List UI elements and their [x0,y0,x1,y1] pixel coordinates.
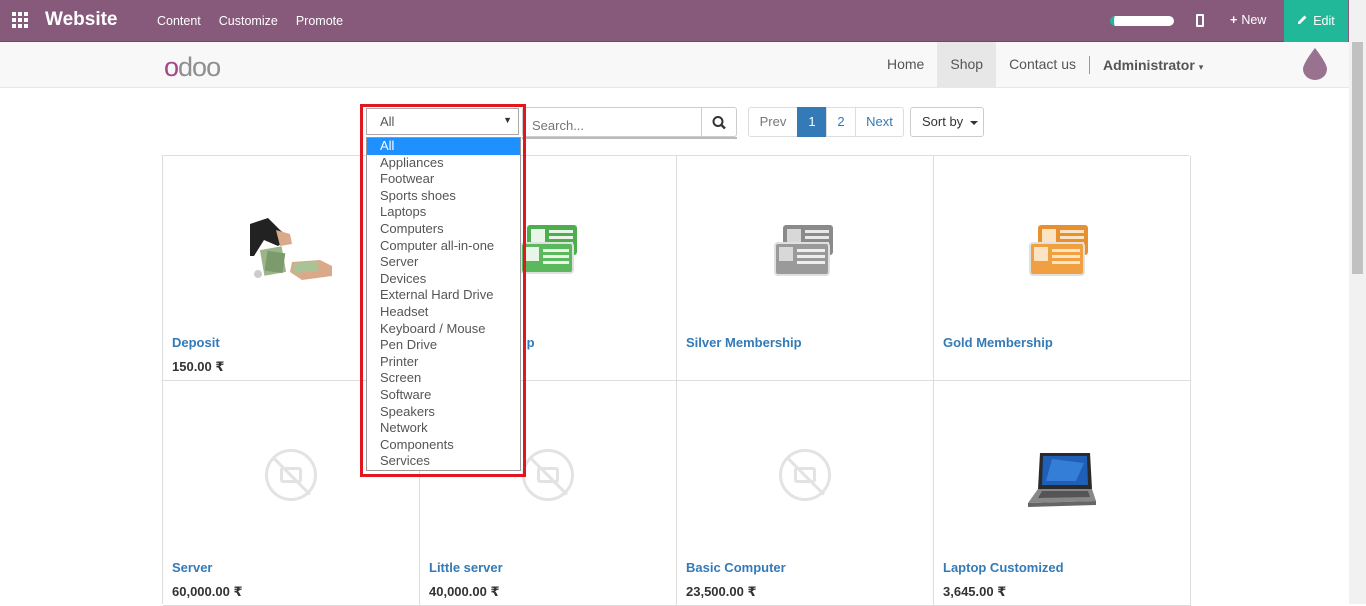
green-membership-image[interactable] [519,221,581,286]
nav-home[interactable]: Home [874,42,937,87]
scrollbar-thumb[interactable] [1352,42,1363,274]
no-photo-icon[interactable] [265,449,317,501]
gold-membership-image[interactable] [1028,221,1094,286]
search-button[interactable] [701,107,737,137]
sort-by-button[interactable]: Sort by [910,107,984,137]
publish-toggle[interactable] [1110,16,1174,26]
pencil-icon [1297,14,1308,28]
search-input[interactable] [522,107,702,137]
pager-next[interactable]: Next [855,107,904,137]
product-name[interactable]: Gold Membership [943,335,1053,350]
product-name[interactable]: Basic Computer [686,560,786,575]
product-name[interactable]: Silver Membership [686,335,802,350]
mobile-preview-icon[interactable] [1196,14,1204,27]
website-navbar: odoo Home Shop Contact us Administrator … [0,42,1349,88]
odoo-logo[interactable]: odoo [164,52,221,83]
top-menu: Content Customize Promote [157,14,343,28]
product-name[interactable]: Laptop Customized [943,560,1064,575]
product-grid: Deposit 150.00 ₹ ip Silver Membership Go… [162,155,1191,606]
product-name[interactable]: Server [172,560,212,575]
product-name[interactable]: Deposit [172,335,220,350]
product-price: 40,000.00 ₹ [429,584,500,599]
app-title: Website [45,9,118,30]
laptop-image[interactable] [1026,451,1096,514]
product-card[interactable]: Laptop Customized 3,645.00 ₹ [934,381,1191,606]
nav-contact[interactable]: Contact us [996,42,1089,87]
menu-customize[interactable]: Customize [219,14,278,28]
nav-links: Home Shop Contact us Administrator ▾ [874,42,1216,87]
pager-prev[interactable]: Prev [748,107,798,137]
website-editor-bar: Website Content Customize Promote + New E… [0,0,1366,42]
apps-grid-icon[interactable] [12,12,28,28]
chevron-down-icon [969,120,978,125]
new-label: New [1241,13,1267,27]
menu-promote[interactable]: Promote [296,14,343,28]
product-price: 150.00 ₹ [172,359,225,374]
menu-content[interactable]: Content [157,14,201,28]
odoo-drop-icon [1300,46,1330,82]
product-price: 3,645.00 ₹ [943,584,1007,599]
product-card[interactable]: Silver Membership [677,156,934,381]
product-card[interactable]: Gold Membership [934,156,1191,381]
pager-page-1[interactable]: 1 [797,107,827,137]
user-menu[interactable]: Administrator ▾ [1090,57,1216,73]
no-photo-icon[interactable] [522,449,574,501]
product-price: 23,500.00 ₹ [686,584,757,599]
product-price: 60,000.00 ₹ [172,584,243,599]
product-name[interactable]: Little server [429,560,503,575]
pager-page-2[interactable]: 2 [826,107,856,137]
edit-label: Edit [1313,14,1335,28]
search-icon [712,116,726,130]
new-button[interactable]: + New [1230,13,1266,27]
nav-shop[interactable]: Shop [937,42,997,87]
money-exchange-image[interactable] [250,216,332,291]
silver-membership-image[interactable] [773,221,839,286]
annotation-highlight-box [360,104,526,477]
plus-icon: + [1230,13,1238,27]
pagination: Prev 1 2 Next [748,107,904,137]
edit-button[interactable]: Edit [1284,0,1348,42]
no-photo-icon[interactable] [779,449,831,501]
product-card[interactable]: Basic Computer 23,500.00 ₹ [677,381,934,606]
